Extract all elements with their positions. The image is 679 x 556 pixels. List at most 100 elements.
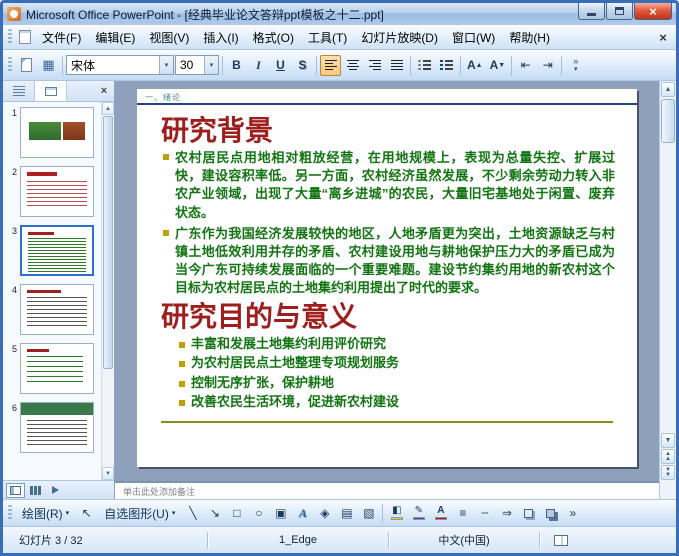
close-button[interactable]: ×: [634, 3, 672, 20]
italic-button[interactable]: I: [248, 55, 269, 76]
scroll-track[interactable]: [661, 99, 675, 432]
slide-canvas[interactable]: 一、绪论 研究背景 农村居民点用地相对粗放经营，在用地规模上，表现为总量失控、扩…: [137, 89, 637, 467]
align-center-button[interactable]: [342, 55, 363, 76]
slide-thumbnail-6[interactable]: 6: [7, 402, 101, 453]
scroll-up-button[interactable]: ▲: [661, 82, 675, 97]
thumbnail-preview[interactable]: [20, 284, 94, 335]
drawbar-options-button[interactable]: »: [562, 503, 583, 524]
thumbnail-preview[interactable]: [20, 225, 94, 276]
font-combo-arrow-icon[interactable]: ▾: [159, 56, 173, 74]
line-tool-button[interactable]: ╲: [182, 503, 203, 524]
thumbnail-preview[interactable]: [20, 107, 94, 158]
document-close-button[interactable]: ×: [652, 30, 674, 45]
slide-thumbnail-3[interactable]: 3: [7, 225, 101, 276]
numbering-button[interactable]: [414, 55, 435, 76]
menu-edit[interactable]: 编辑(E): [88, 25, 142, 50]
wordart-button[interactable]: A: [292, 503, 313, 524]
menubar-drag-handle[interactable]: [8, 29, 12, 45]
font-size-combo[interactable]: 30 ▾: [175, 55, 219, 75]
panel-scroll-down-button[interactable]: ▼: [102, 467, 114, 480]
size-combo-arrow-icon[interactable]: ▾: [204, 56, 218, 74]
slide-title-research-background[interactable]: 研究背景: [161, 109, 273, 149]
arrow-tool-button[interactable]: ↘: [204, 503, 225, 524]
slideshow-button[interactable]: [46, 483, 65, 498]
title-bar[interactable]: Microsoft Office PowerPoint - [经典毕业论文答辩p…: [3, 3, 676, 25]
panel-scrollbar[interactable]: ▲ ▼: [101, 102, 114, 480]
autoshapes-menu-button[interactable]: 自选图形(U) ▾: [98, 503, 181, 524]
panel-scroll-track[interactable]: [102, 115, 114, 467]
slide-thumbnail-5[interactable]: 5: [7, 343, 101, 394]
tab-outline[interactable]: [3, 81, 35, 101]
dash-style-button[interactable]: ┄: [474, 503, 495, 524]
thumbnail-preview[interactable]: [20, 166, 94, 217]
new-presentation-button[interactable]: [16, 55, 37, 76]
scroll-down-button[interactable]: ▼: [661, 433, 675, 448]
previous-slide-button[interactable]: ▲ ▲: [661, 449, 675, 464]
toolbar-options-button[interactable]: » ▾: [565, 55, 586, 76]
increase-indent-button[interactable]: ⇥: [537, 55, 558, 76]
draw-menu-button[interactable]: 绘图(R) ▾: [16, 503, 75, 524]
decrease-font-size-button[interactable]: A ▼: [487, 55, 509, 76]
shadow-style-button[interactable]: [518, 503, 539, 524]
maximize-button[interactable]: [606, 3, 633, 20]
menu-insert[interactable]: 插入(I): [196, 25, 245, 50]
select-objects-button[interactable]: ↖: [76, 503, 97, 524]
fill-color-button[interactable]: ◧: [386, 503, 407, 524]
notes-pane[interactable]: 单击此处添加备注: [115, 481, 659, 499]
line-color-button[interactable]: ✎: [408, 503, 429, 524]
bold-button[interactable]: B: [226, 55, 247, 76]
minimize-button[interactable]: [578, 3, 605, 20]
align-left-button[interactable]: [320, 54, 341, 76]
panel-scroll-thumb[interactable]: [103, 116, 113, 370]
decrease-indent-button[interactable]: ⇤: [515, 55, 536, 76]
text-shadow-button[interactable]: S: [292, 55, 313, 76]
font-name-combo[interactable]: 宋体 ▾: [66, 55, 174, 75]
slide-thumbnail-1[interactable]: 1: [7, 107, 101, 158]
drawbar-drag-handle[interactable]: [8, 505, 12, 521]
underline-button[interactable]: U: [270, 55, 291, 76]
slide-thumbnail-2[interactable]: 2: [7, 166, 101, 217]
vertical-scrollbar[interactable]: ▲ ▼ ▲ ▲ ▼ ▼: [659, 81, 676, 499]
panel-close-button[interactable]: ×: [94, 81, 114, 101]
line-style-button[interactable]: ≡: [452, 503, 473, 524]
align-right-button[interactable]: [364, 55, 385, 76]
panel-scroll-up-button[interactable]: ▲: [102, 102, 114, 115]
insert-picture-button[interactable]: ▧: [358, 503, 379, 524]
slide-purpose-list[interactable]: 丰富和发展土地集约利用评价研究 为农村居民点土地整理专项规划服务 控制无序扩张，…: [179, 336, 399, 409]
normal-view-button[interactable]: [6, 482, 25, 498]
menu-help[interactable]: 帮助(H): [502, 25, 557, 50]
rectangle-tool-button[interactable]: □: [226, 503, 247, 524]
document-icon[interactable]: [19, 30, 31, 44]
menu-window[interactable]: 窗口(W): [445, 25, 502, 50]
table-button[interactable]: ▦: [38, 55, 59, 76]
font-color-button[interactable]: A: [430, 503, 451, 524]
slide-title-purpose[interactable]: 研究目的与意义: [161, 295, 357, 335]
slide-thumbnail-4[interactable]: 4: [7, 284, 101, 335]
slide-body-text[interactable]: 农村居民点用地相对粗放经营，在用地规模上，表现为总量失控、扩展过快，建设容积率低…: [163, 149, 615, 298]
slide-sorter-view-button[interactable]: [26, 483, 45, 498]
thumbnail-preview[interactable]: [20, 402, 94, 453]
menu-format[interactable]: 格式(O): [246, 25, 301, 50]
clipart-button[interactable]: ▤: [336, 503, 357, 524]
tab-slides[interactable]: [35, 81, 67, 101]
menu-file[interactable]: 文件(F): [35, 25, 88, 50]
thumbnail-preview[interactable]: [20, 343, 94, 394]
next-slide-button[interactable]: ▼ ▼: [661, 465, 675, 480]
scroll-thumb[interactable]: [661, 99, 675, 143]
oval-tool-button[interactable]: ○: [248, 503, 269, 524]
arrow-style-button[interactable]: ⇒: [496, 503, 517, 524]
bullets-button[interactable]: [436, 55, 457, 76]
diagram-button[interactable]: ◈: [314, 503, 335, 524]
language-status[interactable]: 中文(中国): [389, 531, 539, 550]
menu-slideshow[interactable]: 幻灯片放映(D): [354, 25, 445, 50]
menu-view[interactable]: 视图(V): [142, 25, 196, 50]
increase-font-size-button[interactable]: A ▲: [464, 55, 486, 76]
menu-tools[interactable]: 工具(T): [301, 25, 354, 50]
design-template-status[interactable]: 1_Edge: [208, 531, 388, 550]
justify-button[interactable]: [386, 55, 407, 76]
slide-workspace[interactable]: 一、绪论 研究背景 农村居民点用地相对粗放经营，在用地规模上，表现为总量失控、扩…: [115, 81, 659, 481]
spellcheck-icon[interactable]: [554, 534, 568, 546]
textbox-tool-button[interactable]: ▣: [270, 503, 291, 524]
threed-style-button[interactable]: [540, 503, 561, 524]
toolbar-drag-handle[interactable]: [8, 57, 12, 73]
